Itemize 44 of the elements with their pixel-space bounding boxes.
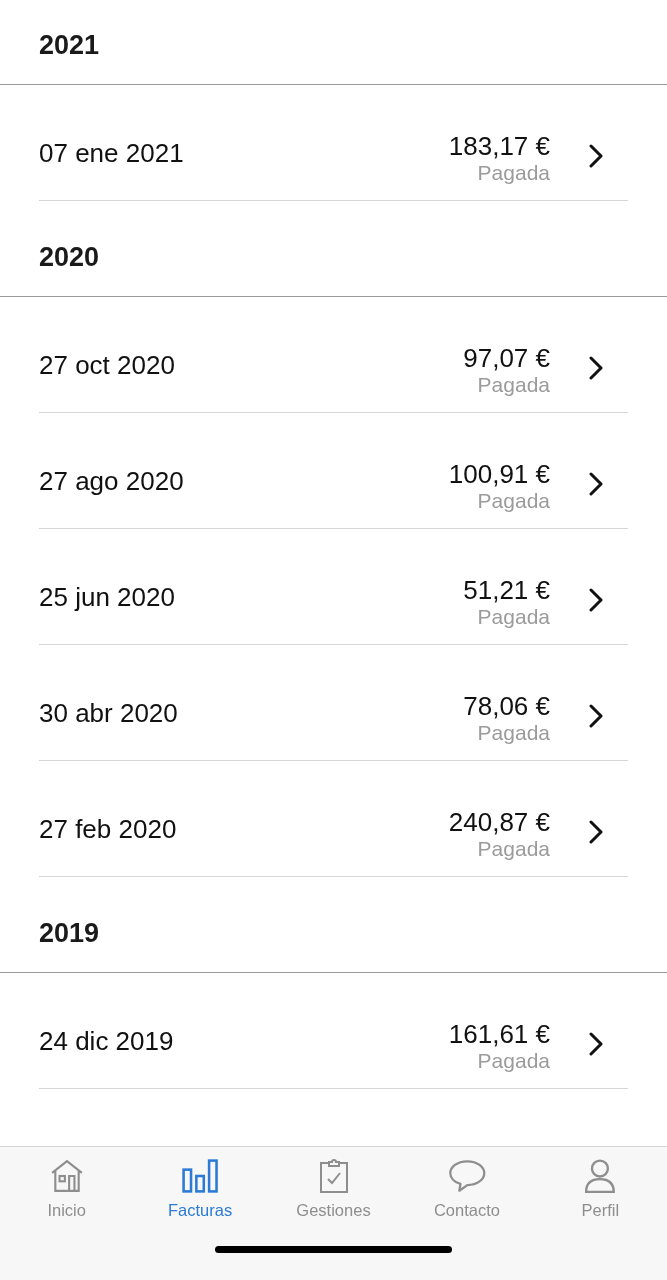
invoice-amount: 78,06 € (463, 690, 550, 721)
house-icon (49, 1159, 84, 1193)
speech-bubble-icon (447, 1159, 487, 1193)
invoice-amount: 97,07 € (463, 342, 550, 373)
invoice-amount: 240,87 € (448, 806, 550, 837)
invoice-amount: 100,91 € (448, 458, 550, 489)
invoice-status: Pagada (477, 372, 550, 397)
invoice-date: 30 abr 2020 (39, 697, 179, 728)
invoice-date: 27 ago 2020 (39, 465, 185, 496)
invoice-status: Pagada (477, 720, 550, 745)
invoice-status: Pagada (477, 160, 550, 185)
chevron-right-icon (588, 355, 604, 380)
invoice-date: 24 dic 2019 (39, 1025, 175, 1056)
chevron-right-icon (588, 819, 604, 844)
year-heading: 2019 (39, 918, 100, 948)
invoice-date: 27 feb 2020 (39, 813, 178, 844)
year-heading: 2020 (39, 242, 100, 272)
invoice-status: Pagada (477, 604, 550, 629)
invoice-status: Pagada (477, 836, 550, 861)
invoice-amount: 183,17 € (448, 130, 550, 161)
person-icon (584, 1159, 617, 1193)
invoice-date: 25 jun 2020 (39, 581, 176, 612)
invoice-status: Pagada (477, 488, 550, 513)
chevron-right-icon (588, 143, 604, 168)
bar-chart-icon (182, 1159, 219, 1193)
clipboard-check-icon (318, 1159, 349, 1193)
invoice-row[interactable]: 25 jun 2020 51,21 € Pagada (39, 529, 628, 645)
invoice-date: 27 oct 2020 (39, 349, 176, 380)
chevron-right-icon (588, 1031, 604, 1056)
invoice-row[interactable]: 27 ago 2020 100,91 € Pagada (39, 413, 628, 529)
invoice-amount: 51,21 € (463, 574, 550, 605)
invoice-row[interactable]: 27 feb 2020 240,87 € Pagada (39, 761, 628, 877)
invoice-row[interactable]: 07 ene 2021 183,17 € Pagada (39, 85, 628, 201)
invoice-amount: 161,61 € (448, 1018, 550, 1049)
invoice-row[interactable]: 27 oct 2020 97,07 € Pagada (39, 297, 628, 413)
chevron-right-icon (588, 587, 604, 612)
chevron-right-icon (588, 471, 604, 496)
chevron-right-icon (588, 703, 604, 728)
invoice-date: 07 ene 2021 (39, 137, 185, 168)
invoice-row[interactable]: 24 dic 2019 161,61 € Pagada (39, 973, 628, 1089)
year-heading: 2021 (39, 30, 100, 60)
invoice-row[interactable]: 30 abr 2020 78,06 € Pagada (39, 645, 628, 761)
invoice-status: Pagada (477, 1048, 550, 1073)
tab[interactable]: Facturas (133, 1159, 267, 1221)
